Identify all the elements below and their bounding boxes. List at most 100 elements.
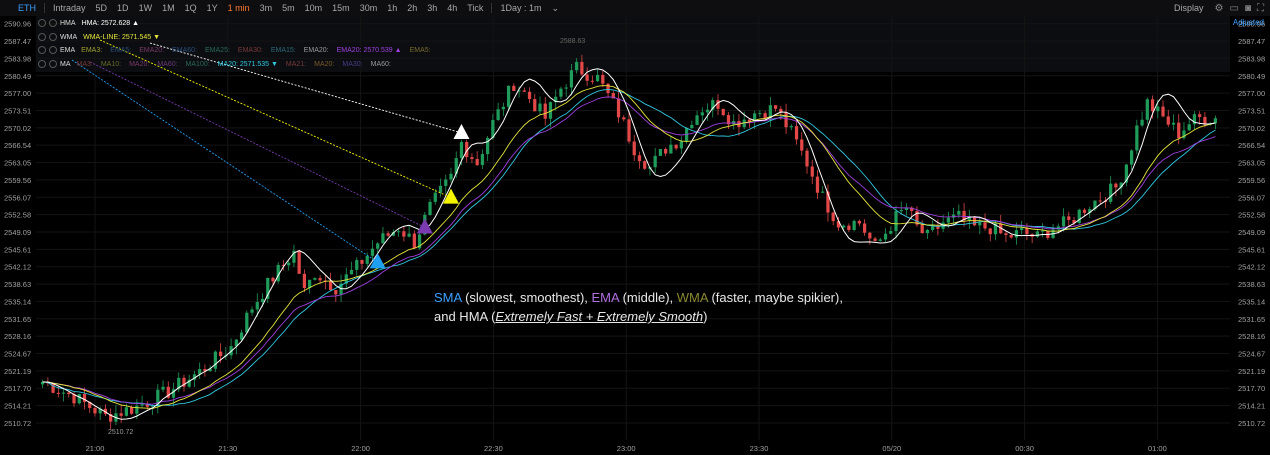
candle-body (1109, 183, 1113, 202)
candle-body (77, 393, 81, 404)
candle-body (1213, 118, 1218, 124)
ma-legend-item: MA3: (76, 60, 93, 68)
timeframe-10m[interactable]: 10m (300, 3, 328, 13)
eye-icon[interactable] (38, 46, 46, 54)
ma-values: MA3: MA10: MA20: MA60: MA100: MA20: 2571.535 … (77, 61, 399, 68)
gear-icon[interactable]: ⚙ (1215, 3, 1224, 14)
ma-name: MA (60, 60, 71, 68)
candle-body (616, 98, 621, 118)
candle-body (129, 407, 134, 414)
y-tick-label: 2538.63 (1238, 280, 1265, 289)
timeframe-2h[interactable]: 2h (402, 3, 422, 13)
y-tick-label: 2573.51 (1238, 106, 1265, 115)
candle-body (559, 88, 563, 97)
candle-body (1198, 114, 1202, 117)
timeframe-tick[interactable]: Tick (462, 3, 488, 13)
y-tick-label: 2580.49 (4, 72, 31, 81)
candle-body (506, 85, 511, 107)
candle-body (862, 223, 867, 233)
y-tick-label: 2552.58 (1238, 211, 1265, 220)
candle-body (658, 149, 663, 156)
ema-legend-item: EMA20: 2570.539 ▲ (336, 46, 402, 54)
eye-icon[interactable] (38, 33, 46, 41)
settings-icon[interactable] (49, 19, 57, 27)
ema-legend-item: EMA60: (172, 46, 198, 54)
candle-body (784, 112, 788, 128)
annotation-segment: EMA (591, 290, 619, 305)
timeframe-3m[interactable]: 3m (255, 3, 278, 13)
timeframe-15m[interactable]: 15m (327, 3, 355, 13)
candle-body (899, 209, 903, 212)
timeframe-1d[interactable]: 1D (112, 3, 134, 13)
candle-body (297, 250, 301, 274)
layout-icon[interactable]: ▭ (1230, 3, 1239, 14)
y-tick-label: 2531.65 (1238, 315, 1265, 324)
candle-body (444, 179, 448, 186)
settings-icon[interactable] (49, 60, 57, 68)
y-tick-label: 2510.72 (4, 419, 31, 428)
candle-body (800, 139, 804, 151)
timeframe-4h[interactable]: 4h (442, 3, 462, 13)
timeframe-1m[interactable]: 1M (157, 3, 180, 13)
interval-dropdown[interactable]: 1Day : 1m (495, 3, 546, 13)
candle-body (1035, 231, 1039, 237)
ema-legend-item: EMA20: (139, 46, 165, 54)
settings-icon[interactable] (49, 46, 57, 54)
y-tick-label: 2528.16 (4, 332, 31, 341)
candle-body (213, 351, 218, 369)
timeframe-5m[interactable]: 5m (277, 3, 300, 13)
ma-legend-item: MA30: (342, 60, 363, 68)
hma-values: HMA: 2572.628 ▲ (82, 20, 148, 27)
y-tick-label: 2517.70 (1238, 384, 1265, 393)
candle-body (1004, 233, 1008, 236)
display-button[interactable]: Display (1169, 3, 1209, 13)
candle-body (480, 154, 485, 166)
candle-body (475, 158, 479, 166)
candle-body (250, 309, 254, 313)
ema-name: EMA (60, 46, 76, 54)
price-chart[interactable]: 2590.96 2587.47 2583.98 2580.49 2577.00 2573.… (0, 16, 1270, 455)
timeframe-1q[interactable]: 1Q (180, 3, 202, 13)
toolbar-divider (44, 3, 45, 13)
candle-body (931, 226, 935, 231)
ma-legend-item: MA100: (185, 60, 210, 68)
timeframe-3h[interactable]: 3h (422, 3, 442, 13)
ma-legend-item: MA21: (285, 60, 307, 68)
timeframe-1h[interactable]: 1h (382, 3, 402, 13)
adjusted-label[interactable]: Adjusted (1233, 18, 1264, 27)
y-tick-label: 2563.05 (4, 159, 31, 168)
y-tick-label: 2524.67 (4, 350, 31, 359)
chevron-down-icon[interactable]: ⌄ (546, 3, 564, 14)
candle-body (789, 126, 793, 128)
eye-icon[interactable] (38, 19, 46, 27)
y-tick-label: 2587.47 (4, 37, 31, 46)
timeframe-5d[interactable]: 5D (91, 3, 113, 13)
candle-body (669, 144, 673, 154)
camera-icon[interactable]: ◙ (1245, 3, 1251, 14)
timeframe-1y[interactable]: 1Y (202, 3, 223, 13)
candle-body (1156, 106, 1160, 112)
candle-body (313, 278, 317, 280)
timeframe-1w[interactable]: 1W (134, 3, 158, 13)
timeframe-intraday[interactable]: Intraday (48, 3, 91, 13)
timeframe-1-min[interactable]: 1 min (223, 3, 255, 13)
symbol-label[interactable]: ETH (0, 3, 41, 13)
candle-body (360, 260, 364, 264)
candle-body (245, 312, 249, 333)
candle-body (355, 260, 359, 270)
candle-body (878, 239, 882, 241)
timeframe-30m[interactable]: 30m (355, 3, 383, 13)
x-tick-label: 00:30 (1015, 444, 1034, 453)
candle-body (1150, 99, 1155, 112)
settings-icon[interactable] (49, 33, 57, 41)
wma-values: WMA-LINE: 2571.545 ▼ (83, 34, 168, 41)
candle-body (569, 70, 574, 88)
y-tick-label: 2580.49 (1238, 72, 1265, 81)
fullscreen-icon[interactable]: ⛶ (1257, 3, 1264, 14)
candle-body (93, 408, 97, 414)
y-tick-label: 2566.54 (4, 141, 31, 150)
candle-body (1140, 119, 1144, 126)
candle-body (370, 248, 375, 256)
candle-body (328, 280, 333, 290)
eye-icon[interactable] (38, 60, 46, 68)
